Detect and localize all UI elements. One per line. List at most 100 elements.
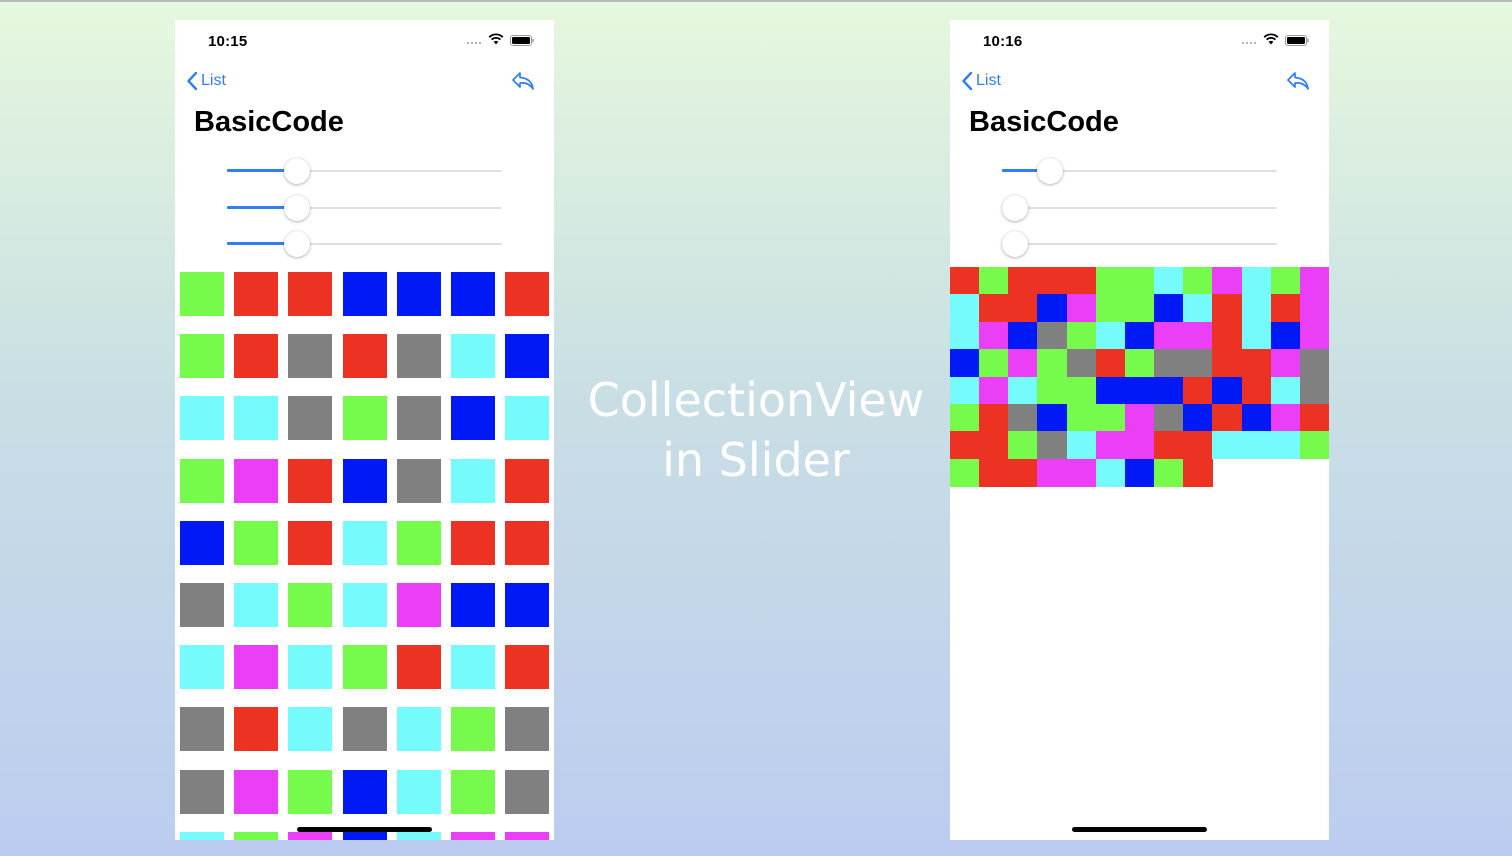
- collection-cell[interactable]: [1154, 404, 1185, 432]
- collection-cell[interactable]: [451, 272, 495, 316]
- collection-cell[interactable]: [342, 458, 387, 503]
- collection-cell[interactable]: [950, 349, 980, 378]
- collection-cell[interactable]: [1095, 431, 1126, 460]
- collection-cell[interactable]: [1008, 431, 1039, 460]
- collection-cell[interactable]: [950, 431, 980, 460]
- collection-cell[interactable]: [1124, 376, 1155, 405]
- collection-cell[interactable]: [1154, 431, 1185, 460]
- collection-cell[interactable]: [396, 645, 441, 690]
- collection-cell[interactable]: [1124, 458, 1155, 487]
- collection-cell[interactable]: [505, 769, 550, 814]
- collection-cell[interactable]: [234, 520, 279, 565]
- collection-cell[interactable]: [1124, 431, 1155, 460]
- collection-cell[interactable]: [1154, 267, 1185, 295]
- collection-cell[interactable]: [1241, 404, 1272, 432]
- reply-icon[interactable]: [511, 70, 535, 92]
- collection-cell[interactable]: [1124, 349, 1155, 378]
- collection-cell[interactable]: [342, 645, 387, 690]
- collection-cell[interactable]: [451, 831, 495, 840]
- collection-cell[interactable]: [1270, 294, 1301, 323]
- collection-cell[interactable]: [1299, 404, 1329, 432]
- collection-cell[interactable]: [342, 707, 387, 752]
- collection-cell[interactable]: [1241, 321, 1272, 350]
- collection-cell[interactable]: [180, 769, 224, 814]
- collection-cell[interactable]: [342, 396, 387, 441]
- collection-cell[interactable]: [505, 831, 550, 840]
- collection-cell[interactable]: [1008, 294, 1039, 323]
- slider-1[interactable]: [227, 157, 502, 185]
- collection-cell[interactable]: [288, 272, 333, 316]
- collection-cell[interactable]: [1212, 349, 1243, 378]
- collection-cell[interactable]: [1241, 294, 1272, 323]
- slider-3[interactable]: [227, 230, 502, 258]
- collection-cell[interactable]: [1066, 404, 1097, 432]
- collection-cell[interactable]: [180, 645, 224, 690]
- collection-cell[interactable]: [396, 396, 441, 441]
- collection-cell[interactable]: [234, 645, 279, 690]
- collection-cell[interactable]: [1037, 294, 1068, 323]
- collection-cell[interactable]: [1095, 267, 1126, 295]
- collection-cell[interactable]: [396, 769, 441, 814]
- slider-thumb[interactable]: [284, 158, 311, 184]
- collection-cell[interactable]: [1066, 458, 1097, 487]
- collection-cell[interactable]: [950, 321, 980, 350]
- collection-cell[interactable]: [1095, 349, 1126, 378]
- collection-cell[interactable]: [1183, 376, 1214, 405]
- collection-cell[interactable]: [234, 272, 279, 316]
- collection-cell[interactable]: [1066, 349, 1097, 378]
- collection-cell[interactable]: [505, 645, 550, 690]
- collection-cell[interactable]: [1299, 321, 1329, 350]
- collection-cell[interactable]: [979, 404, 1010, 432]
- slider-2[interactable]: [1002, 194, 1277, 222]
- collection-cell[interactable]: [451, 583, 495, 627]
- collection-cell[interactable]: [1095, 321, 1126, 350]
- back-button[interactable]: List: [961, 70, 1001, 92]
- collection-cell[interactable]: [1212, 431, 1243, 460]
- collection-cell[interactable]: [950, 404, 980, 432]
- collection-cell[interactable]: [1183, 458, 1214, 487]
- collection-cell[interactable]: [1095, 376, 1126, 405]
- collection-cell[interactable]: [396, 458, 441, 503]
- collection-cell[interactable]: [288, 831, 333, 840]
- slider-1[interactable]: [1002, 157, 1277, 185]
- collection-cell[interactable]: [1299, 294, 1329, 323]
- collection-cell[interactable]: [979, 321, 1010, 350]
- collection-cell[interactable]: [288, 769, 333, 814]
- collection-cell[interactable]: [1183, 431, 1214, 460]
- collection-cell[interactable]: [979, 349, 1010, 378]
- collection-cell[interactable]: [1008, 458, 1039, 487]
- collection-cell[interactable]: [1124, 404, 1155, 432]
- collection-cell[interactable]: [451, 334, 495, 379]
- collection-cell[interactable]: [1270, 376, 1301, 405]
- collection-cell[interactable]: [1154, 321, 1185, 350]
- collection-cell[interactable]: [396, 272, 441, 316]
- collection-cell[interactable]: [342, 831, 387, 840]
- collection-cell[interactable]: [1008, 376, 1039, 405]
- collection-cell[interactable]: [288, 645, 333, 690]
- collection-cell[interactable]: [342, 334, 387, 379]
- collection-cell[interactable]: [1037, 404, 1068, 432]
- collection-cell[interactable]: [1095, 458, 1126, 487]
- collection-cell[interactable]: [1066, 267, 1097, 295]
- collection-cell[interactable]: [396, 707, 441, 752]
- collection-cell[interactable]: [950, 267, 980, 295]
- collection-cell[interactable]: [1212, 404, 1243, 432]
- collection-cell[interactable]: [1066, 431, 1097, 460]
- slider-thumb[interactable]: [284, 195, 311, 221]
- collection-cell[interactable]: [505, 520, 550, 565]
- collection-cell[interactable]: [1241, 376, 1272, 405]
- collection-cell[interactable]: [1066, 376, 1097, 405]
- collection-cell[interactable]: [396, 831, 441, 840]
- collection-cell[interactable]: [1095, 294, 1126, 323]
- collection-cell[interactable]: [1270, 404, 1301, 432]
- collection-cell[interactable]: [505, 334, 550, 379]
- collection-cell[interactable]: [1183, 404, 1214, 432]
- collection-cell[interactable]: [1299, 349, 1329, 378]
- collection-cell[interactable]: [451, 645, 495, 690]
- collection-cell[interactable]: [1008, 349, 1039, 378]
- home-indicator[interactable]: [297, 827, 432, 832]
- collection-cell[interactable]: [1270, 321, 1301, 350]
- collection-cell[interactable]: [1037, 376, 1068, 405]
- collection-cell[interactable]: [342, 769, 387, 814]
- collection-cell[interactable]: [1124, 321, 1155, 350]
